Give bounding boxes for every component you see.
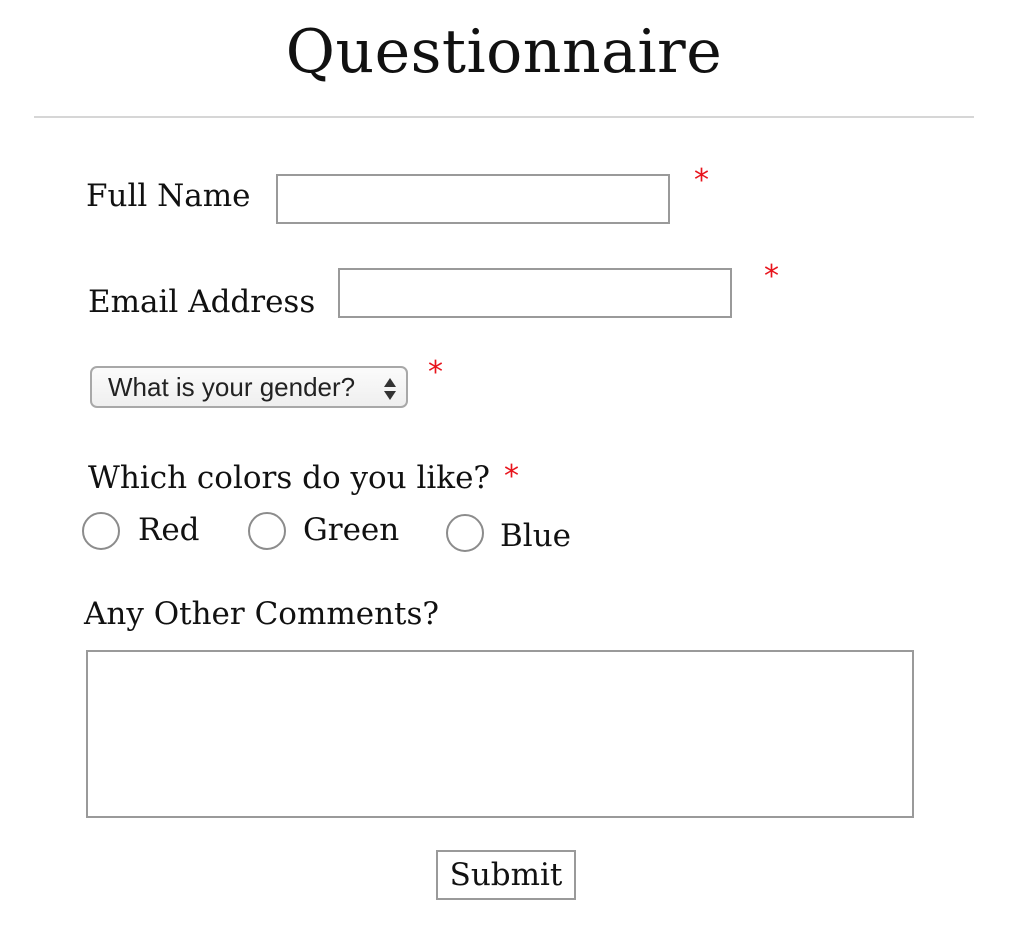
full-name-input[interactable] (276, 174, 670, 224)
comments-label: Any Other Comments? (84, 596, 440, 632)
page-title: Questionnaire (285, 17, 723, 87)
title-divider (34, 116, 974, 118)
comments-textarea[interactable] (86, 650, 914, 818)
radio-blue[interactable] (446, 514, 484, 552)
radio-red[interactable] (82, 512, 120, 550)
email-required-asterisk: * (764, 259, 779, 294)
gender-select-value: What is your gender? (108, 371, 356, 402)
full-name-required-asterisk: * (694, 163, 709, 198)
radio-red-label: Red (138, 512, 200, 548)
radio-green[interactable] (248, 512, 286, 550)
radio-green-label: Green (303, 512, 400, 548)
colors-question-label: Which colors do you like? (88, 460, 491, 496)
gender-required-asterisk: * (428, 355, 443, 390)
email-label: Email Address (88, 284, 316, 320)
gender-select[interactable]: What is your gender? (90, 366, 408, 408)
select-arrows-icon (384, 378, 396, 400)
full-name-label: Full Name (86, 178, 251, 214)
radio-blue-label: Blue (500, 518, 572, 554)
colors-required-asterisk: * (504, 459, 519, 494)
submit-button[interactable]: Submit (436, 850, 576, 900)
email-input[interactable] (338, 268, 732, 318)
